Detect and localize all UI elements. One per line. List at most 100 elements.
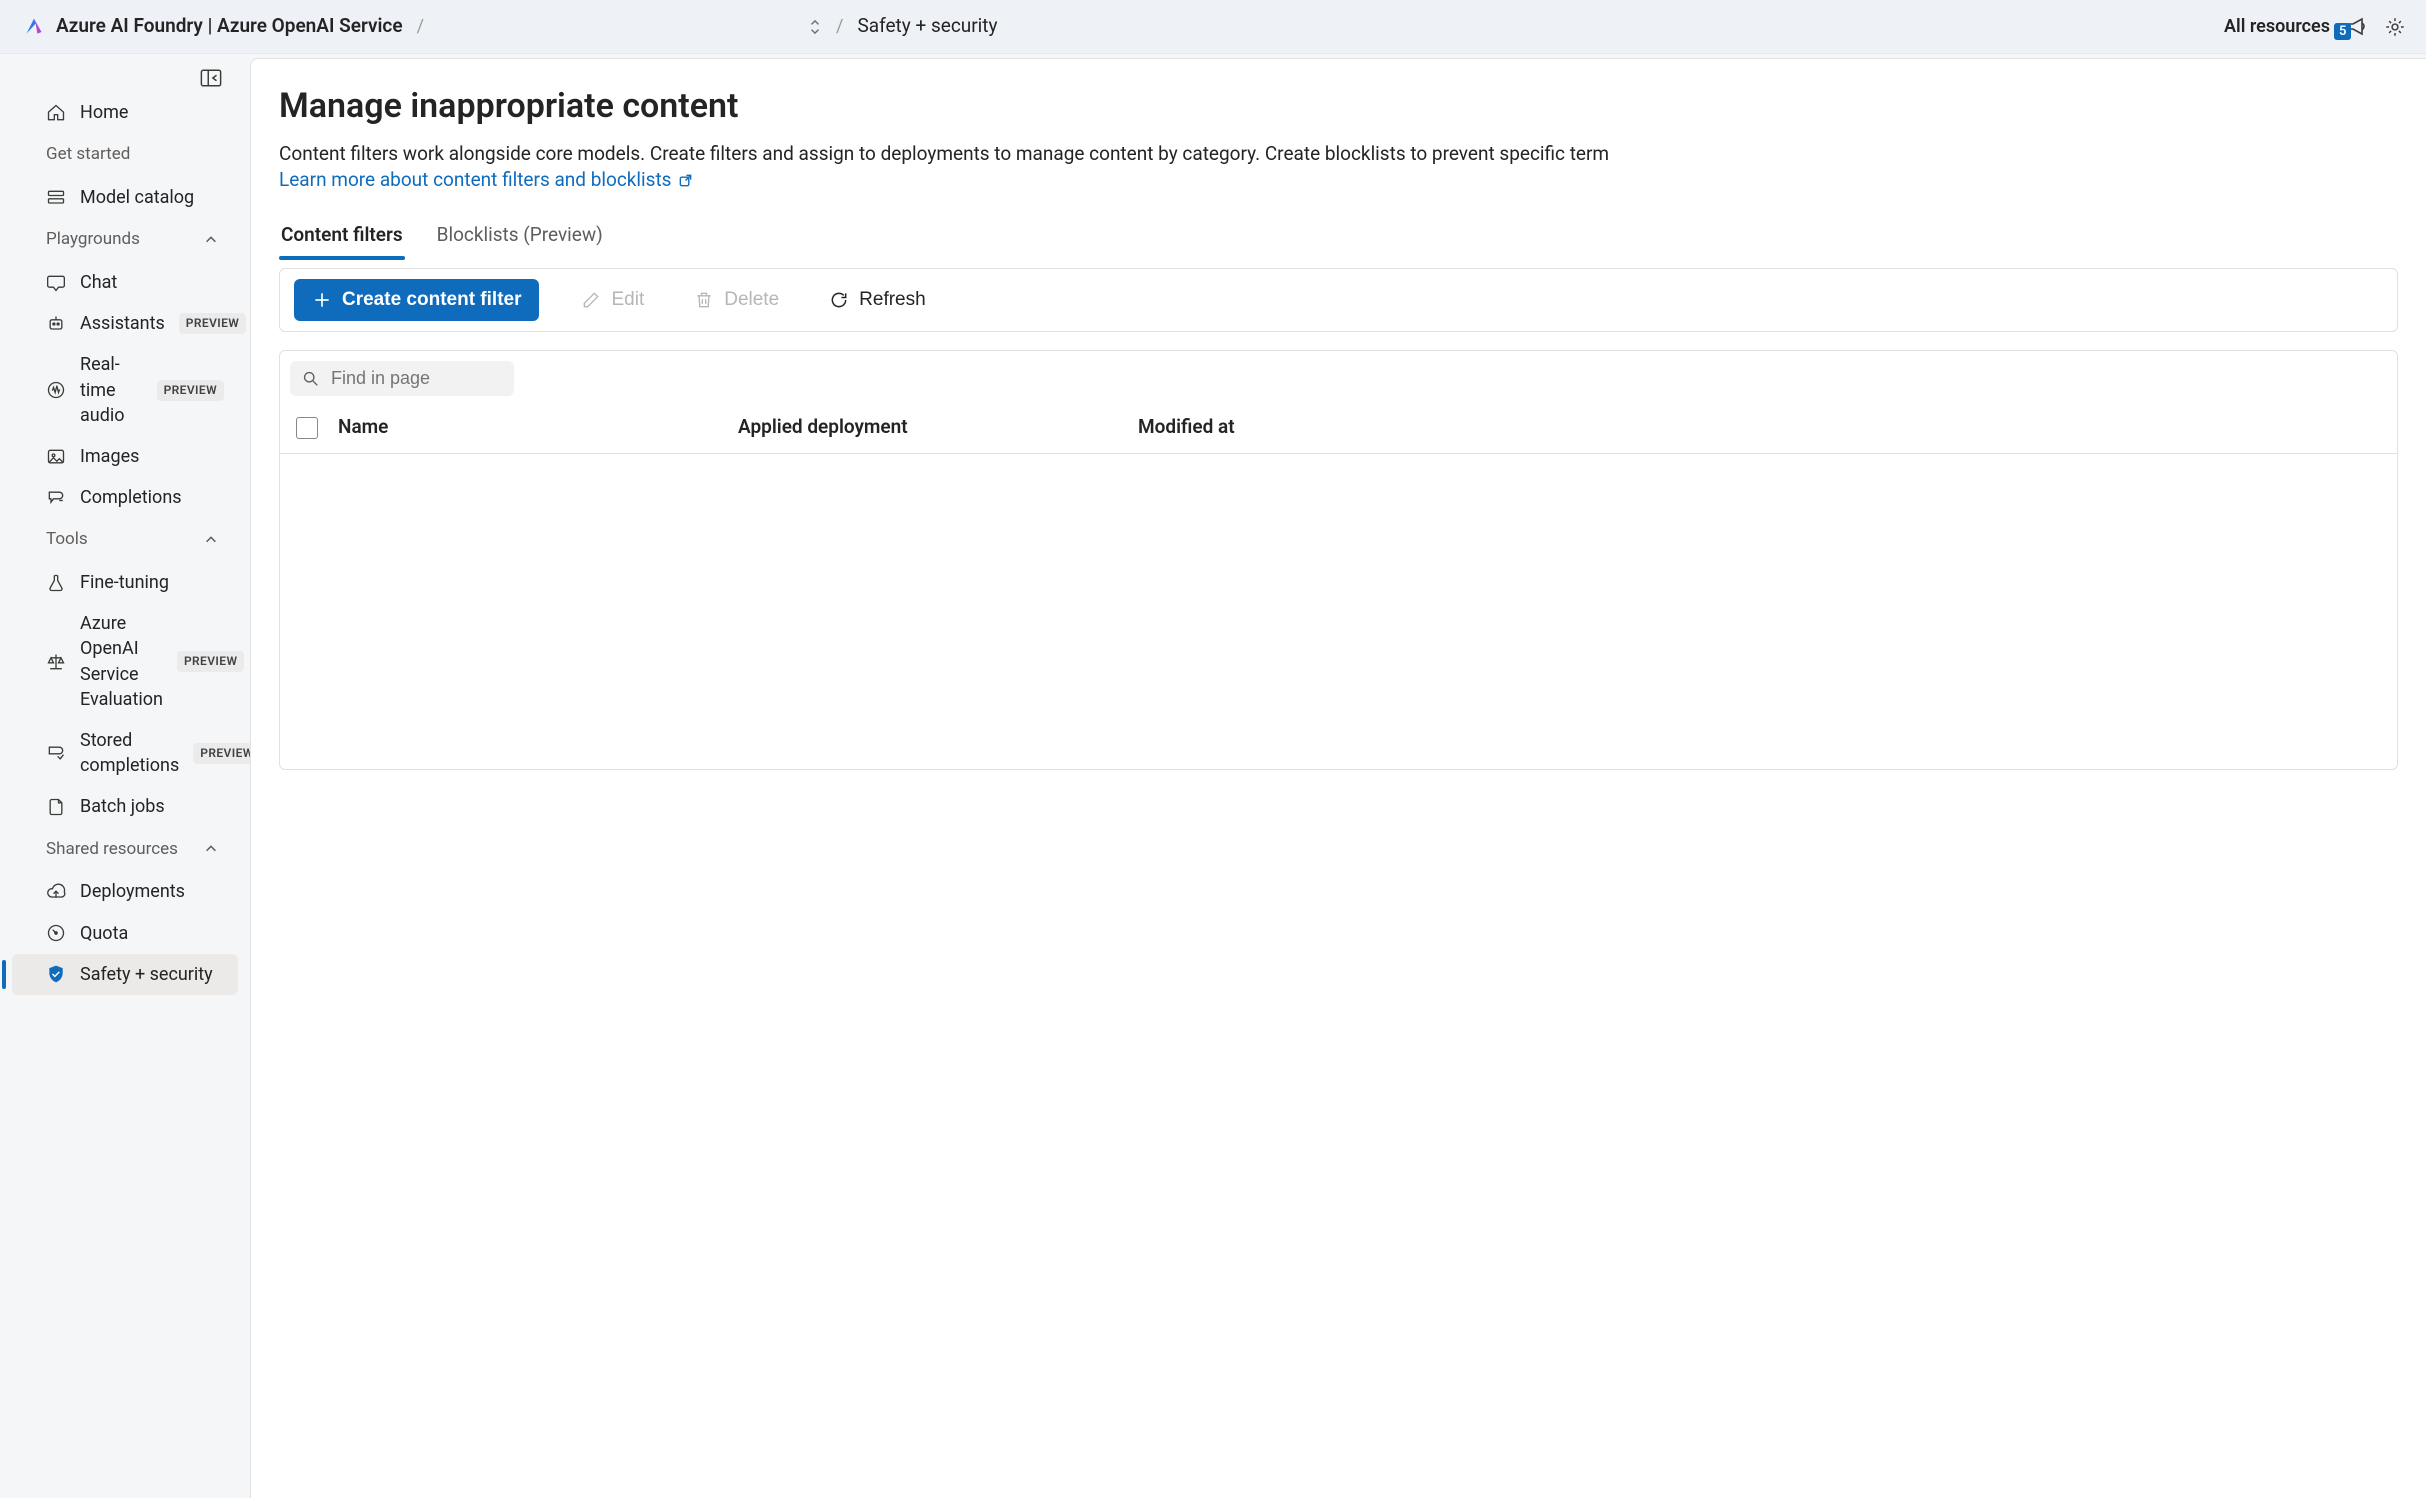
sidebar-item-home[interactable]: Home bbox=[12, 92, 238, 133]
trash-icon bbox=[694, 290, 714, 310]
sidebar-section-shared-resources[interactable]: Shared resources bbox=[12, 830, 238, 870]
breadcrumb-product[interactable]: Azure AI Foundry | Azure OpenAI Service bbox=[56, 13, 403, 40]
tab-blocklists[interactable]: Blocklists (Preview) bbox=[435, 212, 605, 259]
button-label: Refresh bbox=[859, 289, 926, 311]
breadcrumb-separator: / bbox=[834, 14, 845, 39]
sidebar-item-label: Stored completions bbox=[80, 728, 179, 778]
preview-badge: PREVIEW bbox=[177, 651, 244, 672]
sidebar-item-batch-jobs[interactable]: Batch jobs bbox=[12, 786, 238, 827]
refresh-button[interactable]: Refresh bbox=[821, 283, 934, 317]
create-content-filter-button[interactable]: Create content filter bbox=[294, 279, 539, 321]
audio-wave-icon bbox=[46, 380, 66, 400]
section-label: Playgrounds bbox=[46, 228, 140, 252]
sidebar: Home Get started Model catalog Playgroun… bbox=[0, 54, 250, 1498]
column-header-modified-at[interactable]: Modified at bbox=[1138, 414, 2381, 441]
completions-icon bbox=[46, 488, 66, 508]
sidebar-section-get-started: Get started bbox=[12, 135, 238, 175]
sidebar-item-deployments[interactable]: Deployments bbox=[12, 871, 238, 912]
topbar-actions: All resources 5 bbox=[2224, 14, 2406, 39]
collapse-sidebar-button[interactable] bbox=[200, 68, 222, 88]
document-stack-icon bbox=[46, 797, 66, 817]
topbar: Azure AI Foundry | Azure OpenAI Service … bbox=[0, 0, 2426, 54]
announcements-count-badge: 5 bbox=[2334, 23, 2351, 40]
breadcrumb-page[interactable]: Safety + security bbox=[857, 13, 997, 40]
chat-icon bbox=[46, 273, 66, 293]
sidebar-item-model-catalog[interactable]: Model catalog bbox=[12, 177, 238, 218]
preview-badge: PREVIEW bbox=[179, 313, 246, 334]
sidebar-item-safety-security[interactable]: Safety + security bbox=[12, 954, 238, 995]
sidebar-item-completions[interactable]: Completions bbox=[12, 477, 238, 518]
sidebar-item-label: Chat bbox=[80, 270, 117, 295]
sidebar-item-label: Batch jobs bbox=[80, 794, 165, 819]
robot-icon bbox=[46, 314, 66, 334]
shield-icon bbox=[46, 964, 66, 984]
sidebar-item-label: Safety + security bbox=[80, 962, 213, 987]
sidebar-item-label: Azure OpenAI Service Evaluation bbox=[80, 611, 163, 712]
sidebar-item-realtime-audio[interactable]: Real-time audio PREVIEW bbox=[12, 344, 238, 436]
tab-content-filters[interactable]: Content filters bbox=[279, 212, 405, 259]
tabs: Content filters Blocklists (Preview) bbox=[279, 212, 2398, 259]
sidebar-item-label: Assistants bbox=[80, 311, 165, 336]
learn-more-label: Learn more about content filters and blo… bbox=[279, 167, 672, 194]
sidebar-item-label: Completions bbox=[80, 485, 182, 510]
sidebar-item-label: Deployments bbox=[80, 879, 185, 904]
image-icon bbox=[46, 447, 66, 467]
sidebar-section-tools[interactable]: Tools bbox=[12, 520, 238, 560]
search-icon bbox=[302, 370, 319, 387]
gauge-icon bbox=[46, 923, 66, 943]
select-all-checkbox[interactable] bbox=[296, 417, 318, 439]
archive-icon bbox=[46, 743, 66, 763]
sidebar-item-quota[interactable]: Quota bbox=[12, 913, 238, 954]
sidebar-item-images[interactable]: Images bbox=[12, 436, 238, 477]
chevron-updown-icon bbox=[808, 18, 822, 36]
sidebar-item-label: Quota bbox=[80, 921, 128, 946]
sidebar-item-stored-completions[interactable]: Stored completions PREVIEW bbox=[12, 720, 238, 786]
sidebar-item-label: Model catalog bbox=[80, 185, 194, 210]
scale-icon bbox=[46, 652, 66, 672]
pencil-icon bbox=[581, 290, 601, 310]
page-description: Content filters work alongside core mode… bbox=[279, 141, 2398, 194]
preview-badge: PREVIEW bbox=[157, 380, 224, 401]
filters-table: Name Applied deployment Modified at bbox=[279, 350, 2398, 770]
sidebar-item-label: Home bbox=[80, 100, 128, 125]
main-panel: Manage inappropriate content Content fil… bbox=[250, 58, 2426, 1498]
sidebar-item-fine-tuning[interactable]: Fine-tuning bbox=[12, 562, 238, 603]
button-label: Delete bbox=[724, 289, 779, 311]
catalog-icon bbox=[46, 188, 66, 208]
sidebar-item-evaluation[interactable]: Azure OpenAI Service Evaluation PREVIEW bbox=[12, 603, 238, 720]
section-label: Get started bbox=[46, 143, 130, 167]
refresh-icon bbox=[829, 290, 849, 310]
search-input[interactable] bbox=[329, 367, 565, 390]
sidebar-section-playgrounds[interactable]: Playgrounds bbox=[12, 220, 238, 260]
chevron-up-icon bbox=[204, 533, 218, 547]
page-title: Manage inappropriate content bbox=[279, 83, 2398, 131]
all-resources-link[interactable]: All resources bbox=[2224, 14, 2330, 39]
page-description-text: Content filters work alongside core mode… bbox=[279, 142, 1609, 165]
button-label: Create content filter bbox=[342, 289, 521, 311]
chevron-up-icon bbox=[204, 233, 218, 247]
breadcrumb-separator: / bbox=[415, 14, 426, 39]
column-header-applied-deployment[interactable]: Applied deployment bbox=[738, 414, 1118, 441]
resource-selector[interactable] bbox=[438, 18, 822, 36]
learn-more-link[interactable]: Learn more about content filters and blo… bbox=[279, 167, 693, 194]
azure-foundry-logo-icon bbox=[24, 17, 44, 37]
sidebar-item-chat[interactable]: Chat bbox=[12, 262, 238, 303]
sidebar-item-label: Fine-tuning bbox=[80, 570, 169, 595]
sidebar-item-assistants[interactable]: Assistants PREVIEW bbox=[12, 303, 238, 344]
preview-badge: PREVIEW bbox=[193, 743, 250, 764]
plus-icon bbox=[312, 290, 332, 310]
section-label: Tools bbox=[46, 528, 88, 552]
sidebar-item-label: Images bbox=[80, 444, 139, 469]
chevron-up-icon bbox=[204, 842, 218, 856]
settings-button[interactable] bbox=[2384, 16, 2406, 38]
announcements-button[interactable]: 5 bbox=[2344, 15, 2370, 39]
search-input-wrapper[interactable] bbox=[290, 361, 514, 396]
home-icon bbox=[46, 103, 66, 123]
sidebar-item-label: Real-time audio bbox=[80, 352, 143, 428]
table-header-row: Name Applied deployment Modified at bbox=[280, 402, 2397, 454]
breadcrumb: Azure AI Foundry | Azure OpenAI Service … bbox=[24, 13, 998, 40]
command-bar: Create content filter Edit Delete Refres… bbox=[279, 268, 2398, 332]
column-header-name[interactable]: Name bbox=[338, 414, 718, 441]
external-link-icon bbox=[678, 173, 693, 188]
edit-button: Edit bbox=[573, 283, 652, 317]
